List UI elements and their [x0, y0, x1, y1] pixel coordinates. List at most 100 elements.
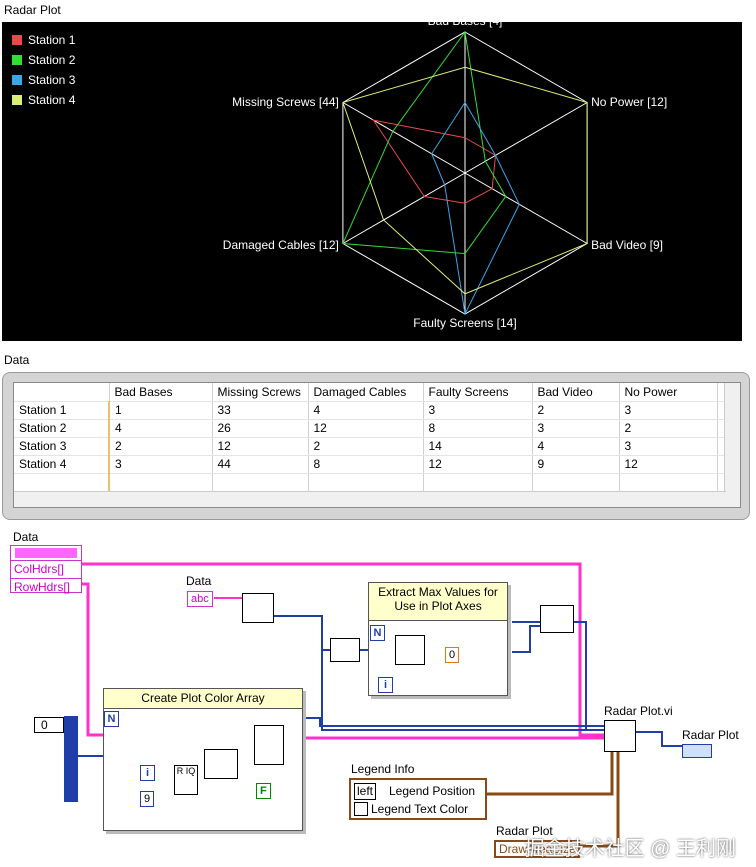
radar-plot-chart[interactable]: Station 1 Station 2 Station 3 Station 4 Bad… [2, 22, 742, 341]
table-cell[interactable]: 33 [212, 401, 309, 420]
table-cell[interactable]: 3 [619, 401, 718, 420]
data-table[interactable]: Bad Bases Missing Screws Damaged Cables Fau… [13, 382, 741, 508]
radar-axis-label: Bad Bases [4] [428, 22, 503, 28]
data-table-frame: Bad Bases Missing Screws Damaged Cables Fau… [2, 372, 750, 520]
table-cell[interactable]: 8 [423, 419, 533, 438]
row-header[interactable]: Station 2 [14, 419, 110, 438]
table-cell[interactable]: 4 [108, 419, 213, 438]
table-cell[interactable]: 1 [108, 401, 213, 420]
row-header[interactable]: Station 1 [14, 401, 110, 420]
column-header[interactable]: Missing Screws [212, 383, 309, 402]
table-cell[interactable]: 26 [212, 419, 309, 438]
color-array-constant[interactable] [64, 716, 78, 802]
extract-max-loop[interactable]: Extract Max Values for Use in Plot Axes … [368, 582, 508, 696]
data-const-label: Data [186, 574, 212, 588]
empty-cell[interactable] [423, 473, 533, 492]
legend-position-ring[interactable]: left [354, 783, 377, 800]
cluster-header-bar [15, 548, 77, 558]
nine-constant[interactable]: 9 [140, 791, 155, 807]
table-cell[interactable]: 4 [308, 401, 424, 420]
table-cell[interactable]: 3 [108, 455, 213, 474]
legend-item[interactable]: Station 1 [12, 30, 75, 50]
table-row: Station 2 4 26 12 8 3 2 [14, 419, 729, 438]
legend-swatch [12, 75, 22, 85]
empty-cell[interactable] [14, 473, 110, 492]
build-cluster-node[interactable] [540, 605, 574, 633]
select-node[interactable] [254, 725, 284, 765]
radar-spoke [342, 172, 466, 244]
row-header[interactable]: Station 3 [14, 437, 110, 456]
watermark: 掘金技术社区 @ 王利刚 [524, 838, 736, 860]
table-cell[interactable]: 8 [308, 455, 424, 474]
colhdrs-element[interactable]: ColHdrs[] [11, 560, 81, 578]
column-header[interactable]: Faulty Screens [423, 383, 533, 402]
empty-cell[interactable] [619, 473, 718, 492]
legend-info-label: Legend Info [351, 762, 415, 776]
legend-info-cluster[interactable]: left Legend Position Legend Text Color [349, 778, 487, 820]
vertical-scrollbar[interactable] [724, 383, 740, 507]
table-row: Station 3 2 12 2 14 4 3 [14, 437, 729, 456]
data-array-wire [274, 615, 330, 651]
index-control[interactable]: 0 [34, 717, 64, 733]
radar-axis-label: Missing Screws [44] [232, 94, 339, 109]
table-cell[interactable]: 4 [532, 437, 620, 456]
loop-count-terminal: N [370, 625, 385, 641]
data-cluster-unbundle[interactable]: ColHdrs[] RowHdrs[] [10, 545, 82, 596]
false-constant[interactable]: F [256, 783, 271, 799]
legend-label: Station 3 [28, 73, 76, 87]
legend-position-label: Legend Position [389, 784, 476, 798]
table-cell[interactable]: 12 [308, 419, 424, 438]
table-cell[interactable]: 2 [108, 437, 213, 456]
table-cell[interactable]: 3 [619, 437, 718, 456]
empty-cell[interactable] [212, 473, 309, 492]
legend-item[interactable]: Station 3 [12, 70, 75, 90]
radar-spoke [464, 172, 588, 244]
empty-cell[interactable] [532, 473, 620, 492]
array-max-min-node[interactable] [395, 635, 425, 665]
table-cell[interactable]: 2 [619, 419, 718, 438]
table-cell[interactable]: 44 [212, 455, 309, 474]
table-cell[interactable]: 14 [423, 437, 533, 456]
quotient-remainder-node[interactable]: R IQ [174, 765, 198, 795]
empty-cell[interactable] [308, 473, 424, 492]
table-cell[interactable]: 3 [532, 419, 620, 438]
data-table-title: Data [4, 353, 30, 367]
radar-plot-subvi[interactable] [604, 720, 636, 752]
legend-item[interactable]: Station 2 [12, 50, 75, 70]
column-header[interactable]: Damaged Cables [308, 383, 424, 402]
column-header[interactable]: Bad Video [532, 383, 620, 402]
table-cell[interactable]: 3 [423, 401, 533, 420]
table-cell[interactable]: 12 [212, 437, 309, 456]
radar-plot-indicator[interactable] [682, 744, 712, 758]
column-header[interactable]: Bad Bases [109, 383, 213, 402]
color-loop-count-terminal: N [104, 711, 119, 727]
legend-swatch [12, 55, 22, 65]
transpose-array-node[interactable] [330, 638, 360, 662]
table-cell[interactable]: 9 [532, 455, 620, 474]
radar-spoke [342, 102, 466, 174]
table-cell[interactable]: 12 [619, 455, 718, 474]
table-cell[interactable]: 2 [532, 401, 620, 420]
create-plot-color-loop[interactable]: Create Plot Color Array N i R IQ 9 F [103, 688, 303, 831]
radar-spoke [464, 102, 588, 174]
column-header[interactable]: No Power [619, 383, 718, 402]
abc-string-constant[interactable]: abc [187, 591, 213, 607]
radar-indicator-label: Radar Plot [682, 728, 739, 742]
row-header[interactable]: Station 4 [14, 455, 110, 474]
legend-item[interactable]: Station 4 [12, 90, 75, 110]
data-grid[interactable]: Bad Bases Missing Screws Damaged Cables Fau… [14, 383, 729, 492]
table-cell[interactable]: 12 [423, 455, 533, 474]
table-cell[interactable]: 2 [308, 437, 424, 456]
index-value: 0 [41, 718, 48, 732]
zero-constant[interactable]: 0 [445, 647, 460, 663]
horizontal-scrollbar[interactable] [14, 491, 726, 507]
radar-series-polygon [431, 101, 520, 316]
spreadsheet-string-to-array-node[interactable] [242, 593, 274, 623]
rowhdrs-element[interactable]: RowHdrs[] [11, 578, 81, 596]
index-array-node[interactable] [204, 749, 238, 779]
radar-plot-title: Radar Plot [4, 3, 61, 17]
legend-text-color-box[interactable] [354, 802, 368, 816]
corner-cell[interactable] [14, 383, 110, 402]
radar-legend[interactable]: Station 1 Station 2 Station 3 Station 4 [12, 30, 75, 110]
empty-cell[interactable] [108, 473, 213, 492]
